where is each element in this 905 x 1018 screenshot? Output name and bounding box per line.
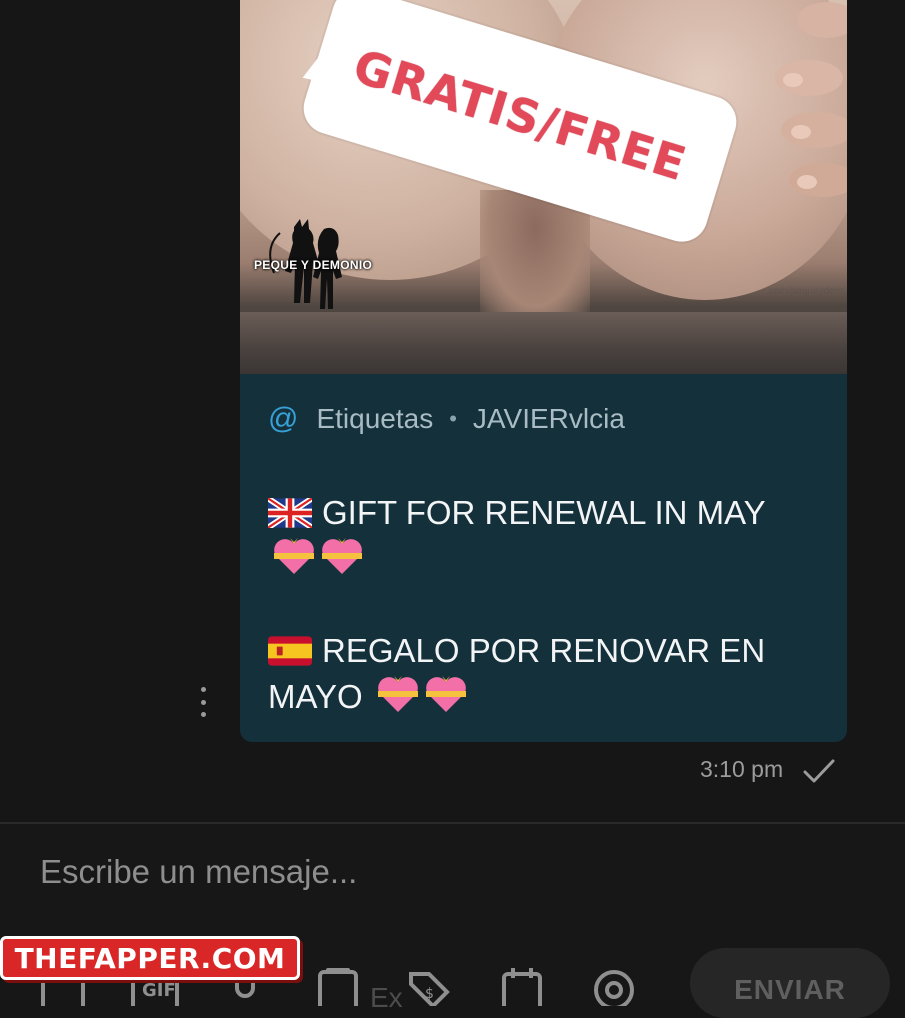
- price-tag-icon[interactable]: $: [405, 966, 451, 1006]
- faded-hint-text: Ex: [370, 982, 403, 1013]
- logo-text: PEQUE Y DEMONIO: [254, 258, 373, 272]
- message-timestamp: 3:10 pm: [700, 756, 784, 782]
- uk-flag-icon: [268, 498, 312, 528]
- message-bubble[interactable]: GRATIS/FREE PEQUE Y DEMONIO .com/pequeyd…: [240, 0, 847, 742]
- mention-icon[interactable]: [592, 966, 636, 1006]
- svg-text:GIF: GIF: [142, 980, 176, 1001]
- url-watermark: .com/pequeydem: [766, 286, 843, 297]
- message-text-english: GIFT FOR RENEWAL IN MAY: [268, 490, 828, 582]
- message-media[interactable]: GRATIS/FREE PEQUE Y DEMONIO .com/pequeyd…: [240, 0, 847, 374]
- tag-label: Etiquetas: [316, 403, 434, 434]
- spain-flag-icon: [268, 636, 312, 666]
- message-input[interactable]: [38, 852, 842, 892]
- gift-heart-icon: [425, 676, 466, 712]
- message-text-spanish: REGALO POR RENOVAR EN MAYO: [268, 628, 828, 720]
- tag-user[interactable]: JAVIERvlcia: [473, 403, 625, 435]
- gift-heart-icon: [274, 538, 314, 574]
- gift-heart-icon: [322, 538, 362, 574]
- tag-row[interactable]: @ Etiquetas • JAVIERvlcia: [268, 402, 625, 436]
- kebab-icon[interactable]: [196, 687, 210, 717]
- separator-dot: •: [449, 406, 457, 431]
- site-logo: THEFAPPER.COM: [0, 936, 300, 980]
- send-button[interactable]: ENVIAR: [690, 948, 890, 1018]
- media-blur-band: [240, 312, 847, 374]
- hand-shape: [775, 2, 847, 197]
- calendar-icon[interactable]: [500, 966, 544, 1006]
- message-line-1: GIFT FOR RENEWAL IN MAY: [322, 494, 766, 531]
- chat-area: GRATIS/FREE PEQUE Y DEMONIO .com/pequeyd…: [0, 0, 905, 822]
- check-icon: [803, 759, 835, 783]
- at-icon: @: [268, 402, 299, 435]
- message-line-2: REGALO POR RENOVAR EN MAYO: [268, 632, 766, 715]
- gallery-icon[interactable]: [316, 966, 360, 1006]
- gift-heart-icon: [377, 676, 418, 712]
